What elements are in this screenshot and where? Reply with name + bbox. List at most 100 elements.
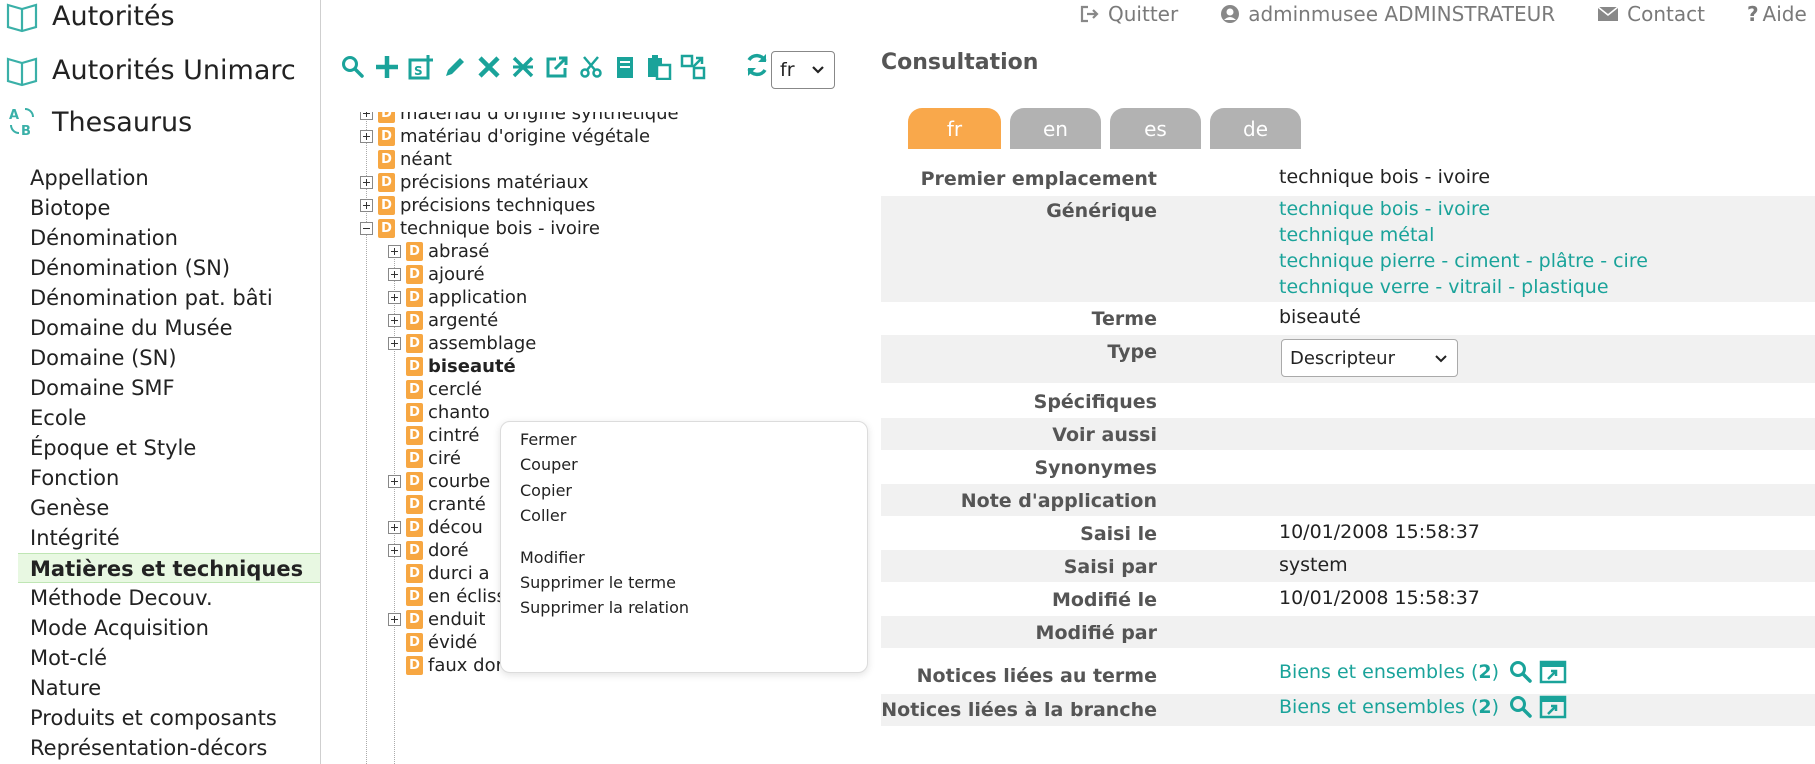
category-list: Appellation Biotope Dénomination Dénominati…: [18, 163, 320, 763]
open-window-icon[interactable]: [1539, 694, 1567, 720]
sidebar-category-item[interactable]: Dénomination (SN): [18, 253, 320, 283]
generique-link[interactable]: technique pierre - ciment - plâtre - cir…: [1279, 250, 1648, 276]
premier-emplacement-link[interactable]: technique bois - ivoire: [1279, 166, 1490, 188]
link-count: 2: [1478, 696, 1492, 718]
sidebar-category-item[interactable]: Représentation-décors: [18, 733, 320, 763]
sidebar-category-item[interactable]: Dénomination pat. bâti: [18, 283, 320, 313]
sidebar-category-item[interactable]: Époque et Style: [18, 433, 320, 463]
tree-toolbar: S: [338, 52, 712, 82]
sidebar-category-item[interactable]: Mode Acquisition: [18, 613, 320, 643]
module-thesaurus[interactable]: AB Thesaurus: [0, 100, 192, 144]
descriptor-icon: D: [378, 172, 395, 192]
field-modifie-par: Modifié par: [881, 616, 1815, 648]
search-icon[interactable]: [338, 52, 368, 82]
context-menu-item[interactable]: Fermer: [520, 430, 576, 449]
expand-icon[interactable]: [360, 129, 373, 143]
sidebar-category-item[interactable]: Méthode Decouv.: [18, 583, 320, 613]
descriptor-icon: D: [406, 425, 423, 445]
generique-link[interactable]: technique verre - vitrail - plastique: [1279, 276, 1648, 302]
tree-node-label: matériau d'origine synthétique: [400, 112, 679, 124]
generique-link[interactable]: technique métal: [1279, 224, 1648, 250]
collapse-icon[interactable]: [360, 221, 373, 235]
language-value: fr: [780, 59, 795, 81]
descriptor-icon: D: [406, 310, 423, 330]
copy-icon[interactable]: [610, 52, 640, 82]
expand-icon[interactable]: [360, 175, 373, 189]
sidebar-category-item[interactable]: Dénomination: [18, 223, 320, 253]
sidebar-category-item[interactable]: Domaine SMF: [18, 373, 320, 403]
sidebar-category-item[interactable]: Matières et techniques: [18, 553, 320, 583]
sidebar-category-item[interactable]: Nature: [18, 673, 320, 703]
sidebar-category-item[interactable]: Fonction: [18, 463, 320, 493]
tree-node[interactable]: Dfaux doré: [388, 652, 514, 678]
context-menu-item[interactable]: Copier: [520, 481, 572, 500]
add-icon[interactable]: [372, 52, 402, 82]
tree-node-label: cerclé: [428, 378, 482, 400]
open-window-icon[interactable]: [1539, 659, 1567, 685]
context-menu-item[interactable]: Supprimer le terme: [520, 573, 676, 592]
open-external-icon[interactable]: [542, 52, 572, 82]
expand-icon[interactable]: [388, 290, 401, 304]
tree-node-label: argenté: [428, 309, 499, 331]
quit-label: Quitter: [1108, 2, 1179, 26]
link-text: Biens et ensembles (: [1279, 661, 1479, 683]
field-label: Saisi par: [1063, 556, 1157, 578]
sidebar-category-item[interactable]: Mot-clé: [18, 643, 320, 673]
expand-icon[interactable]: [388, 244, 401, 258]
notices-terme-link[interactable]: Biens et ensembles (2): [1279, 661, 1499, 683]
sidebar-category-item[interactable]: Genèse: [18, 493, 320, 523]
expand-icon[interactable]: [388, 313, 401, 327]
user-link[interactable]: adminmusee ADMINSTRATEUR: [1220, 2, 1555, 26]
unlink-icon[interactable]: [508, 52, 538, 82]
expand-icon[interactable]: [388, 520, 401, 534]
sidebar-category-item[interactable]: Domaine (SN): [18, 343, 320, 373]
tab-de[interactable]: de: [1210, 108, 1301, 149]
tab-en[interactable]: en: [1010, 108, 1101, 149]
cut-icon[interactable]: [576, 52, 606, 82]
expand-icon[interactable]: [388, 267, 401, 281]
generique-values: technique bois - ivoire technique métal te…: [1279, 198, 1648, 302]
refresh-icon[interactable]: [742, 50, 772, 80]
sidebar-category-item[interactable]: Biotope: [18, 193, 320, 223]
quit-link[interactable]: Quitter: [1080, 2, 1178, 26]
sidebar-category-item[interactable]: Intégrité: [18, 523, 320, 553]
language-select[interactable]: fr: [771, 51, 835, 89]
sidebar-category-item[interactable]: Domaine du Musée: [18, 313, 320, 343]
expand-icon[interactable]: [388, 336, 401, 350]
descriptor-icon: D: [378, 126, 395, 146]
context-menu-item[interactable]: Couper: [520, 455, 578, 474]
context-menu-item[interactable]: Supprimer la relation: [520, 598, 689, 617]
paste-icon[interactable]: [644, 52, 674, 82]
context-menu-item[interactable]: Coller: [520, 506, 566, 525]
generique-link[interactable]: technique bois - ivoire: [1279, 198, 1648, 224]
help-link[interactable]: ? Aide: [1747, 2, 1807, 26]
expand-icon[interactable]: [360, 112, 373, 120]
context-menu-item[interactable]: Modifier: [520, 548, 585, 567]
expand-icon[interactable]: [360, 198, 373, 212]
delete-icon[interactable]: [474, 52, 504, 82]
svg-text:S: S: [414, 64, 423, 78]
move-icon[interactable]: [678, 52, 708, 82]
tab-fr[interactable]: fr: [908, 108, 1001, 149]
consultation-title: Consultation: [881, 50, 1039, 75]
descriptor-icon: D: [406, 517, 423, 537]
expand-icon[interactable]: [388, 474, 401, 488]
sidebar-category-item[interactable]: Ecole: [18, 403, 320, 433]
expand-icon[interactable]: [388, 543, 401, 557]
tree-node-label: cranté: [428, 493, 486, 515]
user-label: adminmusee ADMINSTRATEUR: [1248, 2, 1556, 26]
notices-branche-link[interactable]: Biens et ensembles (2): [1279, 696, 1499, 718]
sidebar-category-item[interactable]: Appellation: [18, 163, 320, 193]
sidebar-category-item[interactable]: Produits et composants: [18, 703, 320, 733]
type-select[interactable]: Descripteur: [1281, 339, 1458, 377]
contact-link[interactable]: Contact: [1597, 2, 1705, 26]
expand-icon[interactable]: [388, 612, 401, 626]
add-specific-icon[interactable]: S: [406, 52, 436, 82]
field-label: Modifié le: [1051, 589, 1157, 611]
module-autorites[interactable]: Autorités: [0, 0, 175, 38]
tab-es[interactable]: es: [1110, 108, 1201, 149]
edit-icon[interactable]: [440, 52, 470, 82]
module-autorites-unimarc[interactable]: Autorités Unimarc: [0, 48, 296, 92]
search-icon[interactable]: [1509, 695, 1533, 719]
search-icon[interactable]: [1509, 660, 1533, 684]
